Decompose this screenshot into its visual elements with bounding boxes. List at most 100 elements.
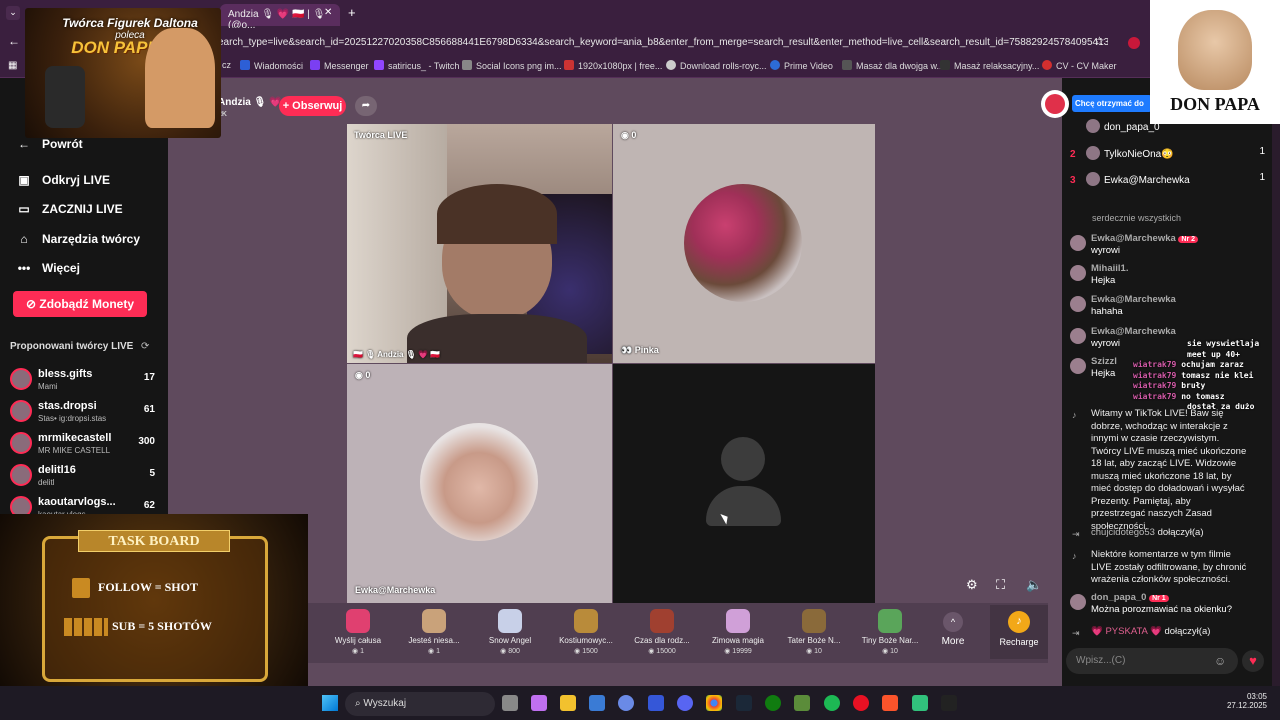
calendar-icon: ▣: [18, 173, 30, 187]
get-coins-button[interactable]: ⊘ Zdobądź Monety: [13, 291, 147, 317]
clock[interactable]: 03:05 27.12.2025: [1212, 692, 1267, 710]
video-tile-host[interactable]: Twórca LIVE 🇵🇱 🎙 Andzia 🎙 💗 🇵🇱: [347, 124, 612, 363]
gift-item[interactable]: Tater Boże N... ◉ 10: [778, 607, 850, 655]
tab-active[interactable]: Andzia 🎙 💗 🇵🇱 | 🎙 (@o...: [220, 4, 340, 31]
steam-icon[interactable]: [736, 695, 752, 711]
settings-icon[interactable]: ⚙: [966, 577, 978, 593]
chrome-icon[interactable]: [706, 695, 722, 711]
refresh-icon[interactable]: ⟳: [141, 341, 149, 352]
gift-bar: Wyślij całusa ◉ 1 Jesteś niesa... ◉ 1 Snow…: [308, 603, 1048, 663]
chat-greeting: serdecznie wszystkich: [1092, 213, 1182, 223]
gift-item[interactable]: Kostiumowyc... ◉ 1500: [550, 607, 622, 655]
app-l-icon[interactable]: [648, 695, 664, 711]
suggested-creator[interactable]: stas.dropsi Stas• ig:dropsi.stas 61: [10, 398, 155, 428]
bookmark-2[interactable]: Messenger: [310, 60, 369, 71]
app-icon[interactable]: [618, 695, 634, 711]
xbox-icon[interactable]: [765, 695, 781, 711]
bookmark-5[interactable]: 1920x1080px | free...: [564, 60, 662, 71]
brave-icon[interactable]: [882, 695, 898, 711]
gift-item[interactable]: Jesteś niesa... ◉ 1: [398, 607, 470, 655]
avatar: [1070, 328, 1086, 344]
share-button[interactable]: ➦: [355, 96, 377, 116]
gift-item[interactable]: Zimowa magia ◉ 19999: [702, 607, 774, 655]
file-explorer-icon[interactable]: [560, 695, 576, 711]
avatar: [1086, 146, 1100, 160]
bookmark-3[interactable]: satiricus_ - Twitch: [374, 60, 459, 71]
bookmark-4[interactable]: Social Icons png im...: [462, 60, 562, 71]
suggested-title: Proponowani twórcy LIVE: [10, 341, 134, 352]
minecraft-icon[interactable]: [794, 695, 810, 711]
tiktok-icon: ♪: [1072, 410, 1077, 420]
gift-item[interactable]: Wyślij całusa ◉ 1: [322, 607, 394, 655]
back-button[interactable]: ← Powrót: [16, 137, 83, 151]
bookmark-9[interactable]: Masaż relaksacyjny...: [940, 60, 1039, 71]
shot-glass-icon: [72, 578, 90, 598]
avatar: [10, 368, 32, 390]
close-tab-icon[interactable]: ✕: [324, 7, 332, 18]
bookmark-6[interactable]: Download rolls-royc...: [666, 60, 767, 71]
joined-message: ⇥ 💗 PYSKATA 💗 dołączył(a): [1072, 626, 1211, 638]
video-tile-guest-2[interactable]: ◉ 0 Ewka@Marchewka: [347, 364, 612, 603]
extension-icon[interactable]: [1128, 37, 1140, 49]
bookmark-8[interactable]: Masaż dla dwojga w...: [842, 60, 944, 71]
viewer-count: ◉ 0: [355, 370, 371, 380]
volume-icon[interactable]: 🔈: [1026, 577, 1042, 593]
tiktok-icon: ♪: [1072, 551, 1077, 561]
gift-item[interactable]: Snow Angel ◉ 800: [474, 607, 546, 655]
video-tile-guest-1[interactable]: ◉ 0 👀 Pinka: [613, 124, 875, 363]
capcut-icon[interactable]: [941, 695, 957, 711]
windows-start-icon[interactable]: [322, 695, 338, 711]
task-view-icon[interactable]: [502, 695, 518, 711]
suggested-creator[interactable]: bless.gifts Mami 17: [10, 366, 155, 396]
app-icon[interactable]: [912, 695, 928, 711]
rank-badge: Nr 2: [1178, 236, 1199, 243]
suggested-creator[interactable]: delitl16 delitl 5: [10, 462, 155, 492]
emoji-icon[interactable]: ☺: [1214, 654, 1226, 668]
chat-input[interactable]: Wpisz...(C): [1066, 648, 1238, 674]
figurine-image: [45, 66, 85, 128]
video-tile-empty[interactable]: [613, 364, 875, 603]
sidebar-item-discover-live[interactable]: ▣ Odkryj LIVE: [16, 173, 110, 187]
like-heart-icon[interactable]: ♥: [1242, 650, 1264, 672]
sponsor-overlay: Twórca Figurek Daltona poleca DON PAPE: [25, 8, 221, 138]
task-board-frame: [42, 536, 268, 682]
taskbar-search[interactable]: ⌕ Wyszukaj: [345, 692, 495, 716]
person-placeholder-body: [706, 486, 781, 526]
more-icon: •••: [17, 261, 31, 275]
new-tab-button[interactable]: +: [348, 5, 356, 20]
gift-item[interactable]: Tiny Boże Nar... ◉ 10: [854, 607, 926, 655]
gift-item[interactable]: Czas dla rodz... ◉ 15000: [626, 607, 698, 655]
avatar: [10, 432, 32, 454]
bookmark-7[interactable]: Prime Video: [770, 60, 833, 71]
apps-icon[interactable]: ▦: [8, 60, 17, 71]
spotify-icon[interactable]: [824, 695, 840, 711]
person-hair: [437, 184, 557, 244]
guest-avatar: [684, 184, 802, 302]
bookmark-star-icon[interactable]: ☆: [1094, 34, 1105, 48]
sidebar-item-creator-tools[interactable]: ⌂ Narzędzia twórcy: [16, 232, 140, 246]
tile-footer: Ewka@Marchewka: [355, 585, 436, 595]
bookmark-10[interactable]: CV - CV Maker: [1042, 60, 1117, 71]
fullscreen-icon[interactable]: ⛶: [996, 577, 1005, 593]
rank-item[interactable]: 3 Ewka@Marchewka 1: [1070, 172, 1265, 186]
tab-search-icon[interactable]: ⌄: [6, 6, 20, 20]
promo-badge[interactable]: [1041, 90, 1069, 118]
follow-button[interactable]: + Obserwuj: [279, 96, 346, 116]
sidebar-item-more[interactable]: ••• Więcej: [16, 261, 80, 275]
bookmark-0[interactable]: cz: [222, 60, 231, 70]
bookmark-1[interactable]: Wiadomości: [240, 60, 303, 71]
recharge-button[interactable]: ♪ Recharge: [990, 605, 1048, 659]
rank-item[interactable]: 2 TylkoNieOna😳 1: [1070, 146, 1265, 160]
copilot-icon[interactable]: [531, 695, 547, 711]
url-field[interactable]: earch_type=live&search_id=20251227020358…: [218, 33, 1108, 53]
opera-icon[interactable]: [853, 695, 869, 711]
rank-item[interactable]: don_papa_0: [1070, 119, 1160, 133]
sidebar-item-start-live[interactable]: ▭ ZACZNIJ LIVE: [16, 202, 122, 216]
overlay-chat: sie wyswietlaja meet up 40+ wiatrak79 oc…: [1133, 339, 1260, 411]
discord-icon[interactable]: [677, 695, 693, 711]
promo-button[interactable]: Chcę otrzymać do: [1072, 95, 1152, 112]
store-icon[interactable]: [589, 695, 605, 711]
back-arrow-icon[interactable]: ←: [8, 34, 20, 48]
more-gifts-button[interactable]: ^ More: [933, 609, 973, 647]
suggested-creator[interactable]: mrmikecastell MR MIKE CASTELL 300: [10, 430, 155, 460]
